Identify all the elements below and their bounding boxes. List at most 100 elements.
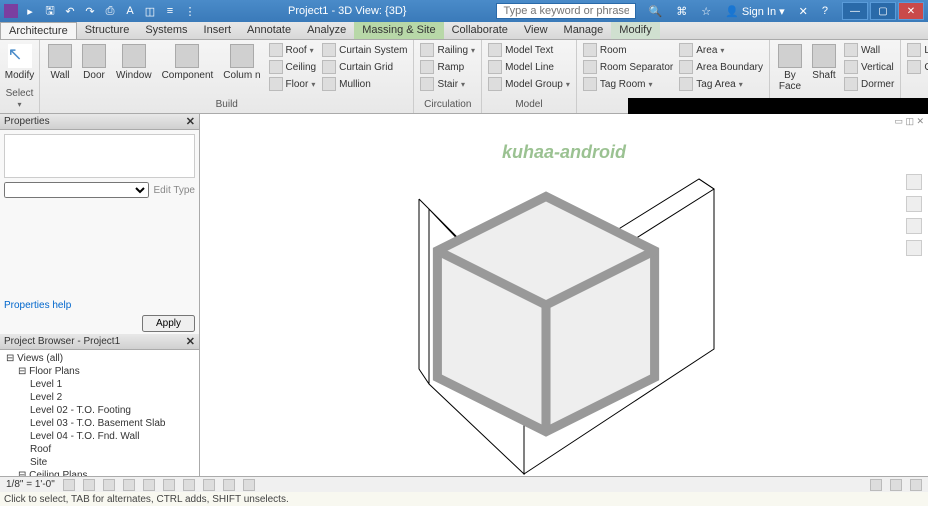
- close-button[interactable]: ✕: [898, 2, 924, 20]
- tab-architecture[interactable]: Architecture: [0, 22, 77, 39]
- level-button[interactable]: Level: [905, 42, 928, 58]
- ramp-button[interactable]: Ramp: [418, 59, 477, 75]
- model-group-button[interactable]: Model Group: [486, 76, 572, 92]
- tab-insert[interactable]: Insert: [196, 22, 240, 39]
- detail-level-icon[interactable]: [63, 479, 75, 491]
- steering-wheel-icon[interactable]: [906, 174, 922, 190]
- dormer-button[interactable]: Dormer: [842, 76, 896, 92]
- cursor-icon: ↖: [8, 44, 32, 68]
- roof-button[interactable]: Roof: [267, 42, 319, 58]
- tree-node[interactable]: ⊟ Ceiling Plans: [2, 469, 197, 476]
- area-button[interactable]: Area: [677, 42, 765, 58]
- ceiling-button[interactable]: Ceiling: [267, 59, 319, 75]
- select-group-label[interactable]: Select: [4, 88, 35, 111]
- properties-help-link[interactable]: Properties help: [0, 298, 199, 313]
- ceiling-icon: [269, 60, 283, 74]
- tree-node[interactable]: Level 03 - T.O. Basement Slab: [2, 417, 197, 430]
- key-icon[interactable]: ⌘: [672, 5, 691, 18]
- undo-icon[interactable]: ↶: [62, 3, 78, 19]
- sb-right-3-icon[interactable]: [910, 479, 922, 491]
- save-icon[interactable]: 🖫: [42, 3, 58, 19]
- stair-button[interactable]: Stair: [418, 76, 477, 92]
- tab-collaborate[interactable]: Collaborate: [444, 22, 516, 39]
- crop-icon[interactable]: [163, 479, 175, 491]
- grid-icon: [907, 60, 921, 74]
- redo-icon[interactable]: ↷: [82, 3, 98, 19]
- viewcube-icon[interactable]: [182, 124, 910, 486]
- tree-node[interactable]: Level 04 - T.O. Fnd. Wall: [2, 430, 197, 443]
- shaft-button[interactable]: Shaft: [808, 42, 840, 83]
- tab-manage[interactable]: Manage: [556, 22, 612, 39]
- orbit-icon[interactable]: [906, 240, 922, 256]
- tree-node[interactable]: ⊟ Floor Plans: [2, 365, 197, 378]
- door-button[interactable]: Door: [78, 42, 110, 83]
- tree-node[interactable]: ⊟ Views (all): [2, 352, 197, 365]
- star-icon[interactable]: ☆: [697, 5, 715, 18]
- tree-node[interactable]: Level 1: [2, 378, 197, 391]
- window-button[interactable]: Window: [112, 42, 156, 83]
- area-bound-icon: [679, 60, 693, 74]
- qat-icon[interactable]: ◫: [142, 3, 158, 19]
- visual-style-icon[interactable]: [83, 479, 95, 491]
- railing-icon: [420, 43, 434, 57]
- curtain-grid-button[interactable]: Curtain Grid: [320, 59, 409, 75]
- pan-icon[interactable]: [906, 196, 922, 212]
- qat-icon[interactable]: ≡: [162, 3, 178, 19]
- mullion-button[interactable]: Mullion: [320, 76, 409, 92]
- wall-button[interactable]: Wall: [44, 42, 76, 83]
- minimize-button[interactable]: —: [842, 2, 868, 20]
- signin-button[interactable]: 👤 Sign In ▾: [721, 5, 789, 18]
- tree-node[interactable]: Roof: [2, 443, 197, 456]
- vertical-button[interactable]: Vertical: [842, 59, 896, 75]
- area-boundary-button[interactable]: Area Boundary: [677, 59, 765, 75]
- by-face-button[interactable]: By Face: [774, 42, 806, 94]
- viewport-3d[interactable]: ▭ ◫ ✕ kuhaa-android: [200, 114, 928, 476]
- qat-icon[interactable]: A: [122, 3, 138, 19]
- tree-node[interactable]: Site: [2, 456, 197, 469]
- component-button[interactable]: Component: [158, 42, 218, 83]
- room-sep-icon: [583, 60, 597, 74]
- scale-value[interactable]: 1/8" = 1'-0": [6, 479, 55, 490]
- tab-systems[interactable]: Systems: [137, 22, 195, 39]
- curtain-system-button[interactable]: Curtain System: [320, 42, 409, 58]
- grid-button[interactable]: Grid: [905, 59, 928, 75]
- ramp-icon: [420, 60, 434, 74]
- zoom-icon[interactable]: [906, 218, 922, 234]
- tab-massing[interactable]: Massing & Site: [354, 22, 443, 39]
- search-input[interactable]: [496, 3, 636, 19]
- tab-structure[interactable]: Structure: [77, 22, 138, 39]
- print-icon[interactable]: ⎙: [102, 3, 118, 19]
- room-button[interactable]: Room: [581, 42, 675, 58]
- tag-area-button[interactable]: Tag Area: [677, 76, 765, 92]
- tab-modify[interactable]: Modify: [611, 22, 659, 39]
- tab-analyze[interactable]: Analyze: [299, 22, 354, 39]
- column-button[interactable]: Colum n: [219, 42, 264, 83]
- binoculars-icon[interactable]: 🔍: [644, 5, 666, 18]
- model-text-button[interactable]: Model Text: [486, 42, 572, 58]
- rendering-icon[interactable]: [143, 479, 155, 491]
- floor-button[interactable]: Floor: [267, 76, 319, 92]
- component-icon: [175, 44, 199, 68]
- tab-annotate[interactable]: Annotate: [239, 22, 299, 39]
- qat-icon[interactable]: ⋮: [182, 3, 198, 19]
- wall-opening-button[interactable]: Wall: [842, 42, 896, 58]
- model-line-button[interactable]: Model Line: [486, 59, 572, 75]
- properties-type-select[interactable]: [4, 182, 149, 198]
- railing-button[interactable]: Railing: [418, 42, 477, 58]
- tab-view[interactable]: View: [516, 22, 556, 39]
- exchange-icon[interactable]: ✕: [795, 5, 812, 18]
- maximize-button[interactable]: ▢: [870, 2, 896, 20]
- tree-node[interactable]: Level 02 - T.O. Footing: [2, 404, 197, 417]
- tag-room-button[interactable]: Tag Room: [581, 76, 675, 92]
- properties-type-preview[interactable]: [4, 134, 195, 178]
- sun-path-icon[interactable]: [103, 479, 115, 491]
- open-icon[interactable]: ▸: [22, 3, 38, 19]
- room-separator-button[interactable]: Room Separator: [581, 59, 675, 75]
- title-bar: ▸ 🖫 ↶ ↷ ⎙ A ◫ ≡ ⋮ Project1 - 3D View: {3…: [0, 0, 928, 22]
- area-icon: [679, 43, 693, 57]
- modify-button[interactable]: ↖ Modify: [4, 42, 35, 83]
- help-icon[interactable]: ?: [818, 5, 832, 17]
- tree-node[interactable]: Level 2: [2, 391, 197, 404]
- shadows-icon[interactable]: [123, 479, 135, 491]
- browser-tree[interactable]: ⊟ Views (all)⊟ Floor PlansLevel 1Level 2…: [0, 350, 199, 476]
